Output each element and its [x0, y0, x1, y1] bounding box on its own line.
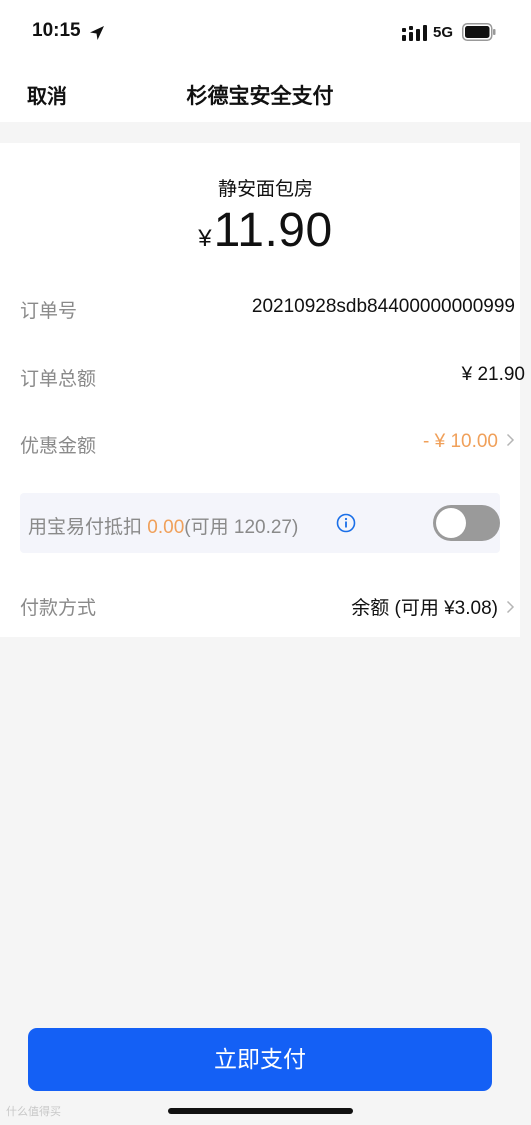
order-number-row: 订单号 20210928sdb84400000000999: [20, 288, 515, 328]
payment-method-value: 余额 (可用 ¥3.08): [351, 598, 498, 619]
deduction-available: (可用 120.27): [184, 517, 299, 538]
navbar: 取消 杉德宝安全支付: [0, 64, 531, 122]
status-bar: 10:15 5G: [0, 0, 531, 64]
pay-now-button[interactable]: 立即支付: [28, 1028, 492, 1091]
order-total-label: 订单总额: [20, 369, 97, 390]
page-title: 杉德宝安全支付: [186, 85, 334, 108]
merchant-name: 静安面包房: [217, 179, 313, 200]
payment-method-value-wrap: 余额 (可用 ¥3.08): [351, 593, 515, 620]
discount-value: - ¥ 10.00: [423, 431, 498, 452]
signal-icon: [402, 25, 427, 41]
discount-row[interactable]: 优惠金额 - ¥ 10.00: [20, 423, 515, 463]
order-total-row: 订单总额 ¥ 21.90: [20, 356, 525, 396]
discount-value-wrap: - ¥ 10.00: [423, 431, 515, 453]
payment-method-row[interactable]: 付款方式 余额 (可用 ¥3.08): [20, 585, 515, 625]
order-number-label: 订单号: [20, 301, 78, 322]
order-number-value: 20210928sdb84400000000999: [251, 296, 515, 317]
order-total-value: ¥ 21.90: [461, 364, 525, 385]
network-label: 5G: [433, 24, 454, 41]
toggle-knob: [436, 508, 466, 538]
deduction-prefix: 用宝易付抵扣: [28, 517, 148, 538]
chevron-right-icon: [506, 433, 515, 447]
status-time: 10:15: [32, 20, 81, 41]
home-indicator: [168, 1108, 353, 1114]
payment-card: 静安面包房 ¥11.90 订单号 20210928sdb844000000009…: [0, 143, 525, 637]
amount-value: 11.90: [213, 204, 333, 257]
chevron-right-icon: [506, 600, 515, 614]
balance-deduction-box: 用宝易付抵扣 0.00(可用 120.27): [20, 493, 500, 553]
info-icon[interactable]: [336, 513, 356, 533]
deduction-text: 用宝易付抵扣 0.00(可用 120.27): [28, 512, 298, 539]
payment-amount: ¥11.90: [0, 203, 531, 258]
watermark: 什么值得买: [6, 1106, 61, 1118]
location-arrow-icon: [90, 26, 104, 40]
discount-label: 优惠金额: [20, 436, 97, 457]
currency-symbol: ¥: [198, 225, 212, 252]
deduction-toggle[interactable]: [433, 505, 500, 541]
battery-icon: [462, 23, 496, 41]
payment-method-label: 付款方式: [20, 598, 97, 619]
deduction-amount: 0.00: [147, 517, 185, 538]
